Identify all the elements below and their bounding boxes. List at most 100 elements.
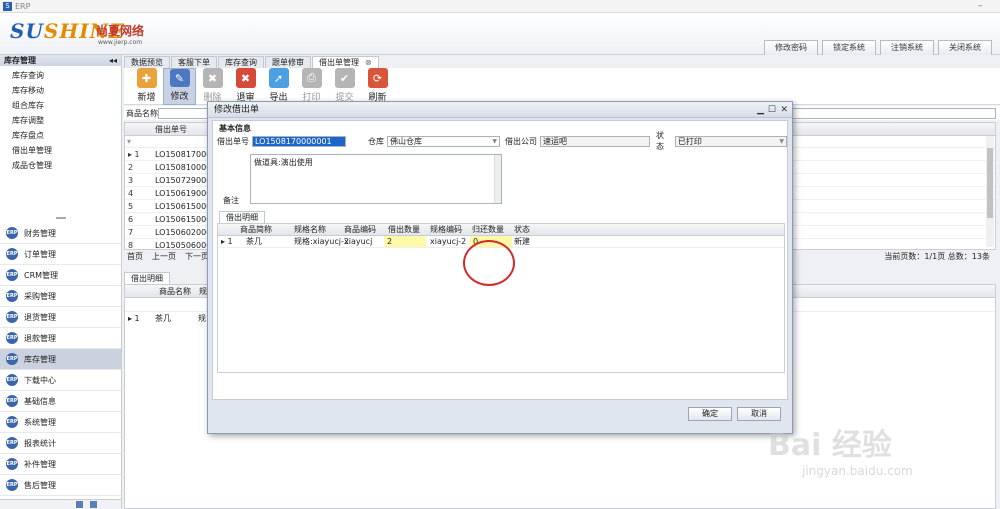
sidebar-item-inventory-move[interactable]: 库存移动 — [0, 83, 121, 98]
col-spec-name[interactable]: 规格名称 — [294, 224, 326, 236]
warehouse-value: 佛山仓库 — [390, 136, 422, 146]
module-icon: ERP — [6, 416, 18, 428]
highlight-circle — [463, 240, 515, 286]
new-doc-button[interactable]: ✚ 新增 — [130, 68, 163, 105]
cancel-button[interactable]: 取消 — [737, 407, 781, 421]
sidebar-module-7[interactable]: ERP 下载中心 — [0, 370, 121, 391]
sidebar-item-stocktake[interactable]: 库存盘点 — [0, 128, 121, 143]
minimize-icon[interactable]: – — [978, 1, 983, 11]
toolbar-label: 修改 — [170, 92, 189, 102]
memo-scrollbar[interactable] — [494, 155, 501, 203]
scroll-thumb[interactable] — [987, 148, 993, 218]
col-loan-no[interactable]: 借出单号 — [125, 123, 187, 135]
unaudit-icon: ✖ — [235, 68, 256, 88]
row-short-name: 茶几 — [246, 237, 262, 246]
col-product-name[interactable]: 商品名称 — [159, 285, 191, 297]
status-select[interactable]: 已打印 ▼ — [674, 135, 787, 147]
sidebar-splitter[interactable] — [56, 217, 66, 219]
warehouse-label: 仓库 — [368, 136, 384, 146]
ok-button[interactable]: 确定 — [688, 407, 732, 421]
logout-button[interactable]: 注销系统 — [880, 40, 934, 55]
sidebar-module-5[interactable]: ERP 退款管理 — [0, 328, 121, 349]
company-row: 借出公司 速运吧 — [505, 135, 650, 147]
page-info: 当前页数：1/1页 总数：13条 — [884, 252, 990, 261]
collapse-icon[interactable]: ◂◂ — [109, 55, 117, 66]
status-label: 状态 — [656, 131, 664, 151]
col-status[interactable]: 状态 — [514, 224, 530, 236]
row-loan-qty[interactable]: 2 — [384, 236, 426, 247]
dialog-close-icon[interactable]: ✕ — [780, 102, 788, 118]
col-product-code[interactable]: 商品编码 — [344, 224, 376, 236]
sidebar-module-0[interactable]: ERP 财务管理 — [0, 223, 121, 244]
close-system-button[interactable]: 关闭系统 — [938, 40, 992, 55]
submit-icon: ✔ — [334, 68, 355, 88]
warehouse-select[interactable]: 佛山仓库 ▼ — [387, 135, 500, 147]
row-number: 2 — [128, 163, 134, 172]
order-no-field[interactable]: LO1508170000001 — [252, 135, 346, 147]
memo-text: 做道具:演出使用 — [254, 158, 313, 167]
first-page-link[interactable]: 首页 — [127, 251, 143, 263]
app-header: SUSHINE 尚夏网络 www.jierp.com 修改密码 锁定系统 注销系… — [0, 13, 1000, 55]
export-button[interactable]: ➚ 导出 — [262, 68, 295, 105]
submit-button[interactable]: ✔ 提交 — [328, 68, 361, 105]
prev-page-link[interactable]: 上一页 — [152, 251, 176, 263]
unaudit-button[interactable]: ✖ 退审 — [229, 68, 262, 105]
change-password-button[interactable]: 修改密码 — [764, 40, 818, 55]
col-spec-code[interactable]: 规格编码 — [430, 224, 462, 236]
tab-data-preview[interactable]: 数据预览 — [124, 56, 170, 68]
sidebar-module-12[interactable]: ERP 售后管理 — [0, 475, 121, 496]
memo-textarea[interactable]: 做道具:演出使用 — [250, 154, 502, 204]
row-number: 5 — [128, 202, 134, 211]
row-number: 8 — [128, 241, 134, 250]
row-number: ▸ 1 — [128, 314, 140, 323]
company-field[interactable]: 速运吧 — [540, 135, 650, 147]
footer-icon-a[interactable] — [76, 501, 83, 508]
tab-loan-detail[interactable]: 借出明细 — [124, 272, 170, 284]
refresh-button[interactable]: ⟳ 刷新 — [361, 68, 394, 105]
toolbar-label: 新增 — [137, 93, 156, 103]
print-button[interactable]: ⎙ 打印 — [295, 68, 328, 105]
toolbar: ✚ 新增 ✎ 修改 ✖ 删除 ✖ 退审 ➚ 导出 ⎙ 打印 ✔ 提交 ⟳ 刷新 — [124, 68, 1000, 105]
sidebar-item-combo-inventory[interactable]: 组合库存 — [0, 98, 121, 113]
col-spec[interactable]: 规 — [199, 285, 207, 297]
sidebar-item-finished-goods[interactable]: 成品仓管理 — [0, 158, 121, 173]
row-spec-name: 规格:xiayucj-2 — [294, 237, 349, 246]
dialog-detail-header: 商品简称 规格名称 商品编码 借出数量 规格编码 归还数量 状态 — [218, 224, 784, 236]
sidebar-module-2[interactable]: ERP CRM管理 — [0, 265, 121, 286]
lock-system-button[interactable]: 锁定系统 — [822, 40, 876, 55]
delete-button[interactable]: ✖ 删除 — [196, 68, 229, 105]
col-return-qty[interactable]: 归还数量 — [472, 224, 504, 236]
footer-icon-b[interactable] — [90, 501, 97, 508]
sidebar-item-loan-orders[interactable]: 借出单管理 — [0, 143, 121, 158]
module-icon: ERP — [6, 458, 18, 470]
sidebar-item-inventory-query[interactable]: 库存查询 — [0, 68, 121, 83]
sidebar-module-6[interactable]: ERP 库存管理 — [0, 349, 121, 370]
col-short-name[interactable]: 商品简称 — [240, 224, 272, 236]
sidebar-module-3[interactable]: ERP 采购管理 — [0, 286, 121, 307]
dialog-maximize-icon[interactable]: ☐ — [768, 102, 776, 118]
watermark-url: jingyan.baidu.com — [802, 464, 913, 478]
grid-scrollbar[interactable] — [986, 136, 994, 247]
sidebar-module-9[interactable]: ERP 系统管理 — [0, 412, 121, 433]
sidebar-item-inventory-adjust[interactable]: 库存调整 — [0, 113, 121, 128]
tab-loan-detail-dialog[interactable]: 借出明细 — [219, 211, 265, 223]
row-number: 7 — [128, 228, 134, 237]
tab-loan-orders[interactable]: 借出单管理 ⊗ — [312, 56, 379, 68]
delete-icon: ✖ — [202, 68, 223, 88]
close-tab-icon[interactable]: ⊗ — [365, 58, 372, 67]
next-page-link[interactable]: 下一页 — [185, 251, 209, 263]
refresh-icon: ⟳ — [367, 68, 388, 88]
sidebar-module-11[interactable]: ERP 补件管理 — [0, 454, 121, 475]
sidebar-module-4[interactable]: ERP 退货管理 — [0, 307, 121, 328]
tab-inventory-query[interactable]: 库存查询 — [218, 56, 264, 68]
tab-cs-order[interactable]: 客服下单 — [171, 56, 217, 68]
sidebar-module-8[interactable]: ERP 基础信息 — [0, 391, 121, 412]
module-icon: ERP — [6, 248, 18, 260]
edit-doc-button[interactable]: ✎ 修改 — [163, 68, 196, 105]
tab-followup[interactable]: 跟单修审 — [265, 56, 311, 68]
sidebar-module-1[interactable]: ERP 订单管理 — [0, 244, 121, 265]
watermark-brand: Bai 经验 — [768, 428, 892, 463]
dialog-minimize-icon[interactable]: ▁ — [757, 102, 764, 118]
sidebar-module-10[interactable]: ERP 报表统计 — [0, 433, 121, 454]
col-loan-qty[interactable]: 借出数量 — [388, 224, 420, 236]
